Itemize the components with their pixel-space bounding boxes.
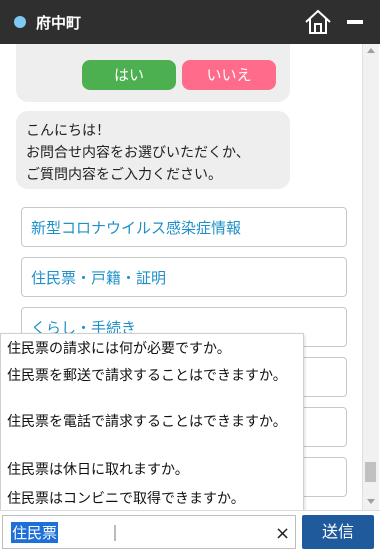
greeting-line: こんにちは！ xyxy=(26,123,110,139)
menu-item-covid[interactable]: 新型コロナウイルス感染症情報 xyxy=(21,207,347,247)
window-title: 府中町 xyxy=(36,14,82,32)
chat-scrollbar[interactable] xyxy=(362,44,379,510)
menu-item-resident-register[interactable]: 住民票・戸籍・証明 xyxy=(21,257,347,297)
suggestion-item[interactable]: 住民票を郵送で請求することはできますか。 xyxy=(7,366,299,386)
text-cursor-icon xyxy=(114,525,116,541)
suggestion-item[interactable]: 住民票を電話で請求することはできますか。 xyxy=(7,412,299,432)
input-bar: 住民票 × 送信 xyxy=(0,510,380,553)
greeting-line: ご質問内容をご入力ください。 xyxy=(26,167,222,183)
autocomplete-dropdown: 住民票の請求には何が必要ですか。 住民票を郵送で請求することはできますか。 住民… xyxy=(0,333,304,513)
scroll-down-arrow-icon[interactable] xyxy=(367,499,375,504)
suggestion-item[interactable]: 住民票の請求には何が必要ですか。 xyxy=(7,339,299,359)
greeting-bubble: こんにちは！ お問合せ内容をお選びいただくか、 ご質問内容をご入力ください。 xyxy=(16,111,290,189)
suggestion-item[interactable]: 住民票はコンビニで取得できますか。 xyxy=(7,489,299,509)
scroll-thumb[interactable] xyxy=(365,462,376,482)
scroll-up-arrow-icon[interactable] xyxy=(367,48,375,53)
minimize-icon[interactable] xyxy=(347,20,363,24)
home-icon[interactable] xyxy=(304,9,332,35)
status-dot-icon xyxy=(14,16,26,28)
query-input-value: 住民票 xyxy=(11,522,59,543)
title-bar: 府中町 xyxy=(0,0,380,44)
yes-no-bubble: はい いいえ xyxy=(16,44,290,102)
greeting-line: お問合せ内容をお選びいただくか、 xyxy=(26,145,250,161)
query-input[interactable]: 住民票 × xyxy=(2,515,296,549)
close-icon[interactable]: × xyxy=(275,523,290,544)
menu-item-label: 新型コロナウイルス感染症情報 xyxy=(31,219,242,237)
no-button[interactable]: いいえ xyxy=(182,60,276,90)
suggestion-item[interactable]: 住民票は休日に取れますか。 xyxy=(7,460,299,480)
yes-button[interactable]: はい xyxy=(82,60,176,90)
menu-item-label: 住民票・戸籍・証明 xyxy=(31,269,167,287)
send-button[interactable]: 送信 xyxy=(302,515,374,549)
